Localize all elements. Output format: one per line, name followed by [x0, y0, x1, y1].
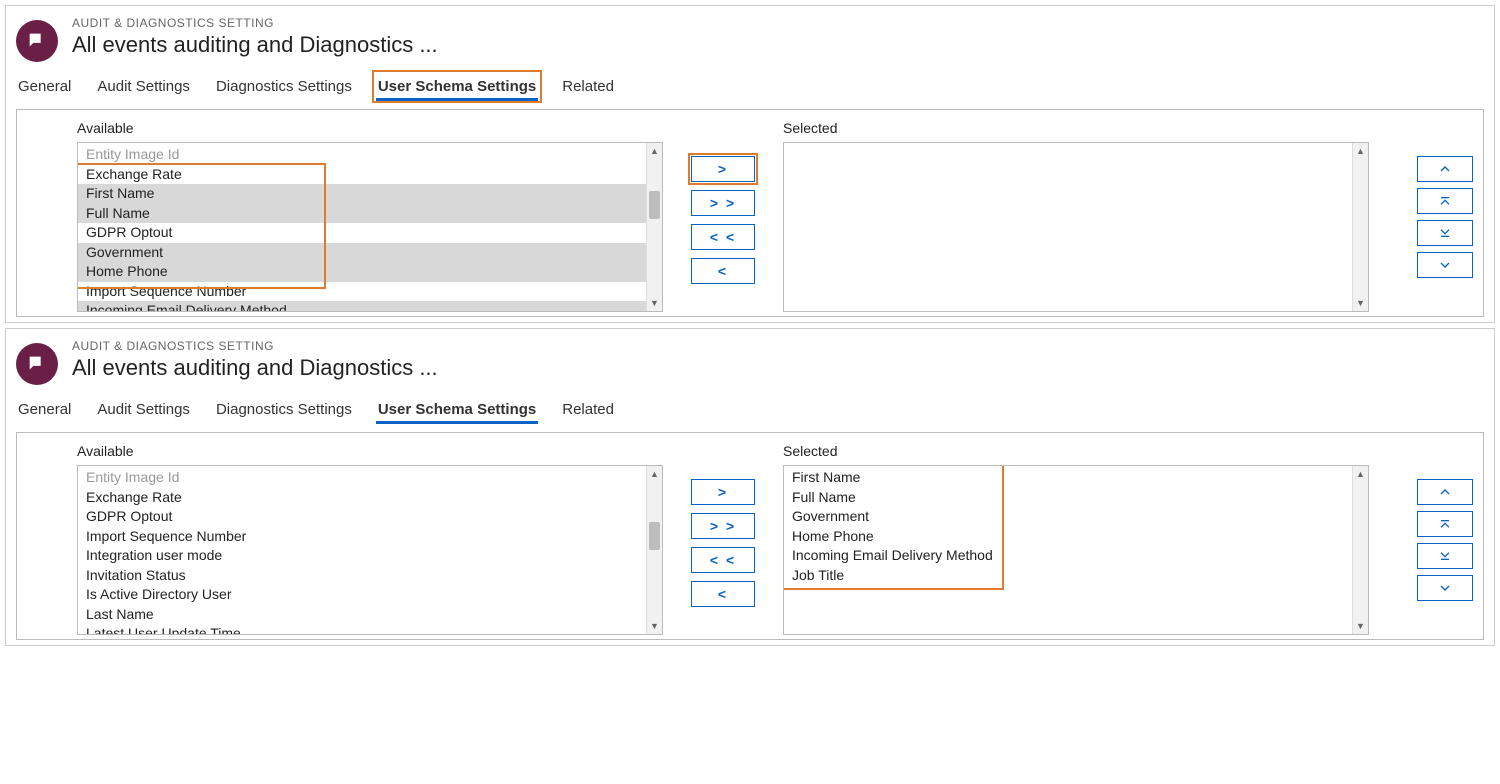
list-item[interactable]: First Name [78, 184, 662, 204]
remove-button[interactable]: < [691, 581, 755, 607]
tab-user-schema-settings[interactable]: User Schema Settings [376, 74, 538, 99]
tab-user-schema-settings[interactable]: User Schema Settings [376, 397, 538, 422]
list-item[interactable]: Last Name [78, 605, 662, 625]
scroll-down-icon[interactable]: ▼ [647, 295, 662, 311]
list-item[interactable]: Latest User Update Time [78, 624, 662, 635]
page-title: All events auditing and Diagnostics ... [72, 32, 438, 58]
list-item[interactable]: Government [78, 243, 662, 263]
entity-icon [16, 343, 58, 385]
add-button[interactable]: > [691, 479, 755, 505]
add-button[interactable]: > [691, 156, 755, 182]
selected-label: Selected [783, 120, 1369, 136]
list-item[interactable]: Import Sequence Number [78, 527, 662, 547]
move-up-button[interactable] [1417, 156, 1473, 182]
order-buttons [1417, 479, 1473, 601]
selected-listbox[interactable]: First NameFull NameGovernmentHome PhoneI… [783, 465, 1369, 635]
tab-audit-settings[interactable]: Audit Settings [95, 74, 192, 99]
available-label: Available [77, 443, 663, 459]
move-bottom-button[interactable] [1417, 220, 1473, 246]
settings-panel-before: AUDIT & DIAGNOSTICS SETTING All events a… [5, 5, 1495, 323]
page-title: All events auditing and Diagnostics ... [72, 355, 438, 381]
selected-label: Selected [783, 443, 1369, 459]
list-item[interactable]: Home Phone [784, 527, 1368, 547]
scrollbar[interactable]: ▲ ▼ [1352, 466, 1368, 634]
scroll-up-icon[interactable]: ▲ [1353, 143, 1368, 159]
list-item[interactable]: First Name [784, 468, 1368, 488]
move-top-button[interactable] [1417, 188, 1473, 214]
remove-button[interactable]: < [691, 258, 755, 284]
scroll-up-icon[interactable]: ▲ [1353, 466, 1368, 482]
scroll-thumb[interactable] [649, 191, 660, 219]
list-item[interactable]: Job Title [784, 566, 1368, 586]
move-top-button[interactable] [1417, 511, 1473, 537]
list-item[interactable]: Import Sequence Number [78, 282, 662, 302]
list-item[interactable]: Integration user mode [78, 546, 662, 566]
scroll-up-icon[interactable]: ▲ [647, 466, 662, 482]
add-all-button[interactable]: > > [691, 190, 755, 216]
list-item[interactable]: Home Phone [78, 262, 662, 282]
add-all-button[interactable]: > > [691, 513, 755, 539]
scroll-down-icon[interactable]: ▼ [1353, 295, 1368, 311]
entity-subtitle: AUDIT & DIAGNOSTICS SETTING [72, 339, 438, 353]
scroll-down-icon[interactable]: ▼ [1353, 618, 1368, 634]
move-bottom-button[interactable] [1417, 543, 1473, 569]
tab-bar: General Audit Settings Diagnostics Setti… [16, 74, 1484, 99]
page-header: AUDIT & DIAGNOSTICS SETTING All events a… [16, 16, 1484, 62]
scroll-up-icon[interactable]: ▲ [647, 143, 662, 159]
tab-general[interactable]: General [16, 397, 73, 422]
list-item[interactable]: Government [784, 507, 1368, 527]
scroll-thumb[interactable] [649, 522, 660, 550]
entity-icon [16, 20, 58, 62]
transfer-buttons: > > > < < < [691, 479, 755, 607]
scrollbar[interactable]: ▲ ▼ [646, 466, 662, 634]
remove-all-button[interactable]: < < [691, 224, 755, 250]
list-item[interactable]: GDPR Optout [78, 507, 662, 527]
tab-bar: General Audit Settings Diagnostics Setti… [16, 397, 1484, 422]
scrollbar[interactable]: ▲ ▼ [1352, 143, 1368, 311]
page-header: AUDIT & DIAGNOSTICS SETTING All events a… [16, 339, 1484, 385]
dual-list-container: Available Entity Image IdExchange RateFi… [16, 109, 1484, 317]
list-item[interactable]: Incoming Email Delivery Method [78, 301, 662, 312]
available-label: Available [77, 120, 663, 136]
list-item[interactable]: GDPR Optout [78, 223, 662, 243]
list-item[interactable]: Full Name [784, 488, 1368, 508]
move-up-button[interactable] [1417, 479, 1473, 505]
dual-list-container: Available Entity Image IdExchange RateGD… [16, 432, 1484, 640]
tab-diagnostics-settings[interactable]: Diagnostics Settings [214, 74, 354, 99]
list-item[interactable]: Exchange Rate [78, 488, 662, 508]
remove-all-button[interactable]: < < [691, 547, 755, 573]
list-item[interactable]: Invitation Status [78, 566, 662, 586]
order-buttons [1417, 156, 1473, 278]
transfer-buttons: > > > < < < [691, 156, 755, 284]
available-listbox[interactable]: Entity Image IdExchange RateGDPR OptoutI… [77, 465, 663, 635]
available-listbox[interactable]: Entity Image IdExchange RateFirst NameFu… [77, 142, 663, 312]
list-item[interactable]: Exchange Rate [78, 165, 662, 185]
scroll-down-icon[interactable]: ▼ [647, 618, 662, 634]
tab-related[interactable]: Related [560, 74, 616, 99]
list-item[interactable]: Incoming Email Delivery Method [784, 546, 1368, 566]
tab-general[interactable]: General [16, 74, 73, 99]
tab-audit-settings[interactable]: Audit Settings [95, 397, 192, 422]
selected-listbox[interactable]: ▲ ▼ [783, 142, 1369, 312]
move-down-button[interactable] [1417, 252, 1473, 278]
tab-related[interactable]: Related [560, 397, 616, 422]
settings-panel-after: AUDIT & DIAGNOSTICS SETTING All events a… [5, 328, 1495, 646]
list-item[interactable]: Entity Image Id [78, 468, 662, 488]
scrollbar[interactable]: ▲ ▼ [646, 143, 662, 311]
list-item[interactable]: Is Active Directory User [78, 585, 662, 605]
move-down-button[interactable] [1417, 575, 1473, 601]
entity-subtitle: AUDIT & DIAGNOSTICS SETTING [72, 16, 438, 30]
tab-diagnostics-settings[interactable]: Diagnostics Settings [214, 397, 354, 422]
list-item[interactable]: Entity Image Id [78, 145, 662, 165]
list-item[interactable]: Full Name [78, 204, 662, 224]
